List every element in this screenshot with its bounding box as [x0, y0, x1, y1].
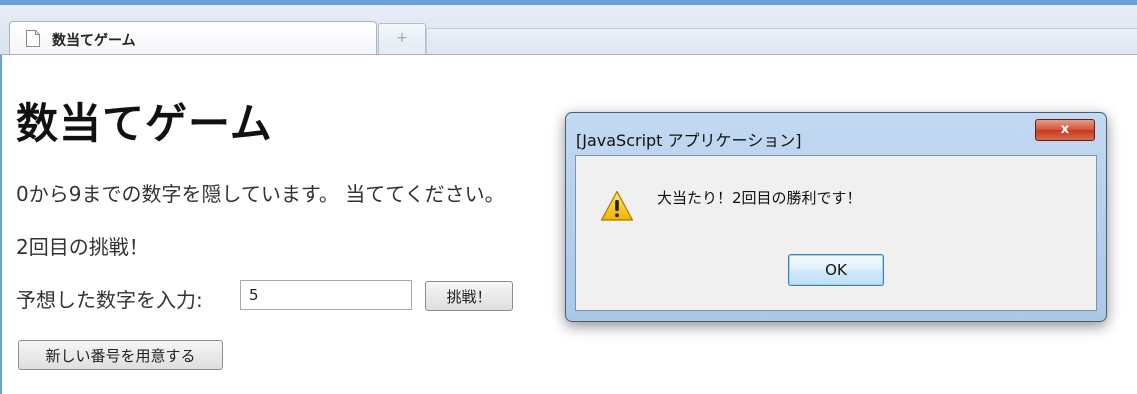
tab-title: 数当てゲーム — [52, 33, 136, 49]
page-icon — [26, 30, 40, 47]
challenge-button[interactable]: 挑戦！ — [425, 281, 513, 311]
window-frame-left — [0, 55, 2, 394]
dialog-close-button[interactable]: x — [1035, 119, 1095, 141]
attempt-text: 2回目の挑戦！ — [16, 235, 149, 259]
warning-icon — [600, 190, 634, 221]
tab-strip-empty — [426, 28, 1137, 54]
dialog-body: 大当たり！2回目の勝利です！ OK — [575, 155, 1097, 311]
plus-icon: + — [396, 30, 408, 46]
browser-tab-bar: 数当てゲーム + — [0, 0, 1137, 62]
browser-tab-active[interactable]: 数当てゲーム — [9, 21, 377, 54]
ok-button[interactable]: OK — [788, 254, 884, 286]
page-title: 数当てゲーム — [16, 99, 273, 148]
new-tab-button[interactable]: + — [378, 23, 426, 54]
close-icon: x — [1060, 122, 1070, 137]
dialog-title: [JavaScript アプリケーション] — [576, 131, 802, 150]
intro-text: 0から9までの数字を隠しています。 当ててください。 — [16, 182, 505, 206]
guess-input[interactable] — [240, 280, 412, 310]
guess-input-label: 予想した数字を入力: — [16, 288, 203, 312]
javascript-alert-dialog: [JavaScript アプリケーション] x 大当たり！2回目の勝利です！ O… — [565, 112, 1107, 322]
window-frame-top — [0, 0, 1137, 5]
new-number-button[interactable]: 新しい番号を用意する — [18, 340, 223, 370]
dialog-message: 大当たり！2回目の勝利です！ — [657, 189, 862, 207]
